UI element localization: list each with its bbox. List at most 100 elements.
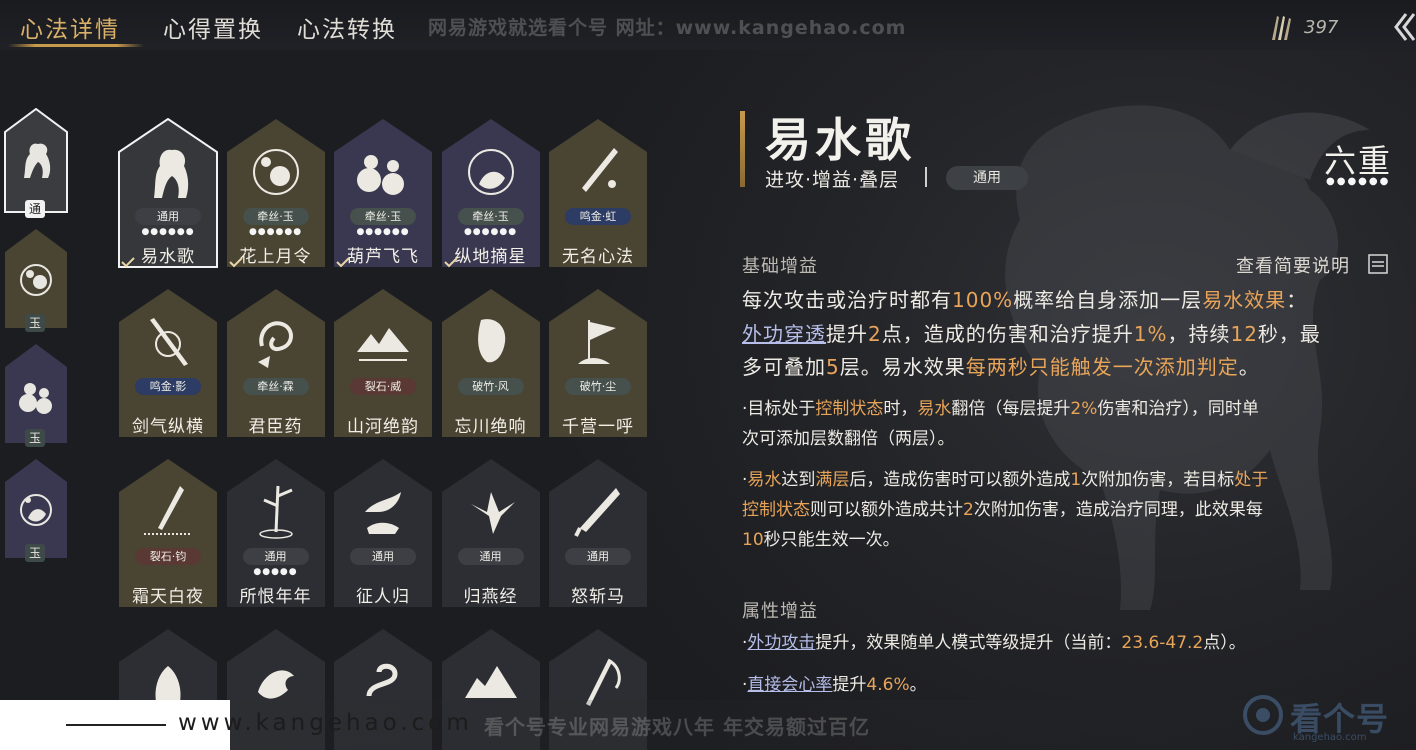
tab-exchange[interactable]: 心得置换 <box>163 10 263 44</box>
card-tag: 通用 <box>350 548 416 565</box>
card-tag: 破竹·风 <box>457 378 524 395</box>
star-circle-icon <box>467 149 514 195</box>
rail-item-4[interactable]: 玉 <box>4 458 67 562</box>
tier-dots: ●●●●●● <box>1326 176 1391 187</box>
skill-card[interactable]: 通用 ●●●●● 所恨年年 <box>226 458 326 608</box>
star-circle-icon <box>20 494 52 526</box>
skill-card[interactable]: 牵丝·玉 ●●●●●● 葫芦飞飞 <box>333 118 433 268</box>
section-basic-title: 基础增益 <box>742 256 818 277</box>
watermark-logo-sub: kangehao.com <box>1293 732 1367 743</box>
term-link[interactable]: 外功攻击 <box>747 633 815 653</box>
app-root: 心法详情 心得置换 心法转换 网易游戏就选看个号 网址：www.kangehao… <box>0 0 1416 750</box>
tab-detail[interactable]: 心法详情 <box>20 10 120 44</box>
text: 翻倍（每层提升 <box>951 399 1071 419</box>
skill-card[interactable]: 破竹·尘 千营一呼 <box>548 288 648 438</box>
highlight: 控制状态 <box>742 500 810 520</box>
card-tag: 鸣金·影 <box>135 378 201 395</box>
text: 提升 <box>826 322 868 346</box>
swallow-icon <box>470 492 515 534</box>
rail-item-1[interactable]: 通 <box>4 108 68 218</box>
text: 。 <box>1238 355 1260 379</box>
highlight: 5 <box>826 355 840 379</box>
card-dots: ●●●●●● <box>141 227 195 237</box>
section-attr-title: 属性增益 <box>742 601 818 622</box>
highlight: 1 <box>1070 470 1082 490</box>
skill-card[interactable]: 牵丝·玉 ●●●●●● 花上月令 <box>226 118 326 268</box>
skill-card[interactable]: 破竹·风忘川绝响 <box>441 288 541 438</box>
basic-line-3: 多可叠加5层。易水效果每两秒只能触发一次添加判定。 <box>742 350 1394 384</box>
skill-card[interactable]: 通用 归燕经 <box>441 458 541 608</box>
highlight: 23.6-47.2 <box>1121 633 1204 653</box>
check-icon <box>336 257 350 268</box>
card-name: 忘川绝响 <box>454 417 527 437</box>
text: 每次攻击或治疗时都有 <box>742 288 952 312</box>
text: 次附加伤害，造成治疗同理，此效果每 <box>973 500 1263 520</box>
watermark-slogan: 看个号专业网易游戏八年 年交易额过百亿 <box>484 715 870 739</box>
type-badge: 通用 <box>946 166 1028 190</box>
skill-card[interactable]: 通用 征人归 <box>333 458 433 608</box>
top-bar: 心法详情 心得置换 心法转换 网易游戏就选看个号 网址：www.kangehao… <box>0 0 1416 50</box>
mask-icon <box>477 319 505 363</box>
text: 秒，最 <box>1257 322 1321 346</box>
card-tag: 鸣金·虹 <box>565 208 631 225</box>
tab-convert[interactable]: 心法转换 <box>297 10 397 44</box>
rail-item-2[interactable]: 玉 <box>4 228 67 332</box>
skill-card[interactable]: 鸣金·虹无名心法 <box>548 118 648 268</box>
card-tag: 破竹·尘 <box>565 378 631 395</box>
tab-active-underline <box>8 44 144 47</box>
check-icon <box>443 257 458 268</box>
currency-count: 397 <box>1304 17 1339 38</box>
text: 后，造成伤害时可以额外造成 <box>849 470 1071 490</box>
watermark-line <box>66 724 166 726</box>
text: 则可以额外造成共计 <box>810 500 963 520</box>
card-tag: 通用 <box>242 548 309 565</box>
horse-icon <box>154 149 189 198</box>
skill-card[interactable]: 裂石·钧 霜天白夜 <box>118 458 218 608</box>
card-tag: 通用 <box>565 548 631 565</box>
kangehao-logo-icon <box>1243 695 1283 735</box>
text: 概率给自身添加一层 <box>1013 288 1203 312</box>
flower-icon <box>20 264 52 296</box>
collapse-chevron-icon[interactable] <box>1392 10 1416 44</box>
basic-line-2: 外功穿透提升2点，造成的伤害和治疗提升1%，持续12秒，最 <box>742 317 1394 351</box>
card-name: 剑气纵横 <box>132 417 204 437</box>
card-name: 征人归 <box>356 587 410 607</box>
skill-card[interactable]: 牵丝·玉 ●●●●●● 纵地摘星 <box>441 118 541 268</box>
summary-link[interactable]: 查看简要说明 <box>1236 252 1350 278</box>
summary-toggle-icon[interactable] <box>1368 254 1388 274</box>
highlight: 2 <box>868 322 882 346</box>
highlight: 10 <box>742 530 764 550</box>
attr-line-1: ·外功攻击提升，效果随单人模式等级提升（当前：23.6-47.2点）。 <box>742 627 1394 659</box>
title-accent-bar <box>740 111 745 187</box>
text: 伤害和治疗），同时单 <box>1097 399 1259 419</box>
rail-tag: 玉 <box>25 544 45 562</box>
card-tag: 牵丝·霖 <box>242 378 309 395</box>
highlight: 控制状态 <box>815 399 884 419</box>
highlight: 2 <box>963 500 974 520</box>
text: 点）。 <box>1203 633 1246 653</box>
rail-item-3[interactable]: 玉 <box>4 343 67 447</box>
feather-icon <box>1272 16 1291 40</box>
skill-card[interactable]: 通用 ●●●●●● 易水歌 <box>118 118 218 268</box>
text: 。 <box>909 675 927 695</box>
highlight: 易水 <box>917 399 952 419</box>
text: 多可叠加 <box>742 355 826 379</box>
flower-icon <box>252 149 299 195</box>
watermark-top: 网易游戏就选看个号 网址：www.kangehao.com <box>428 17 907 39</box>
highlight: 每两秒只能触发一次添加判定 <box>965 355 1239 379</box>
highlight: 12 <box>1230 322 1258 346</box>
term-link[interactable]: 直接会心率 <box>747 675 832 695</box>
skill-card[interactable]: 通用 怒斩马 <box>548 458 648 608</box>
text: 点，造成的伤害和治疗提升 <box>881 322 1134 346</box>
term-link[interactable]: 外功穿透 <box>742 322 826 346</box>
card-name: 无名心法 <box>562 247 634 267</box>
highlight: 100% <box>952 288 1014 312</box>
swords-icon <box>150 318 188 366</box>
skill-card[interactable]: 裂石·威 山河绝韵 <box>333 288 433 438</box>
skill-title: 易水歌 <box>765 113 915 167</box>
skill-card[interactable]: 牵丝·霖 君臣药 <box>226 288 326 438</box>
text: 达到 <box>781 470 816 490</box>
skill-card[interactable]: 鸣金·影剑气纵横 <box>118 288 218 438</box>
text: 层。易水效果 <box>839 355 966 379</box>
text: ，持续 <box>1167 322 1231 346</box>
